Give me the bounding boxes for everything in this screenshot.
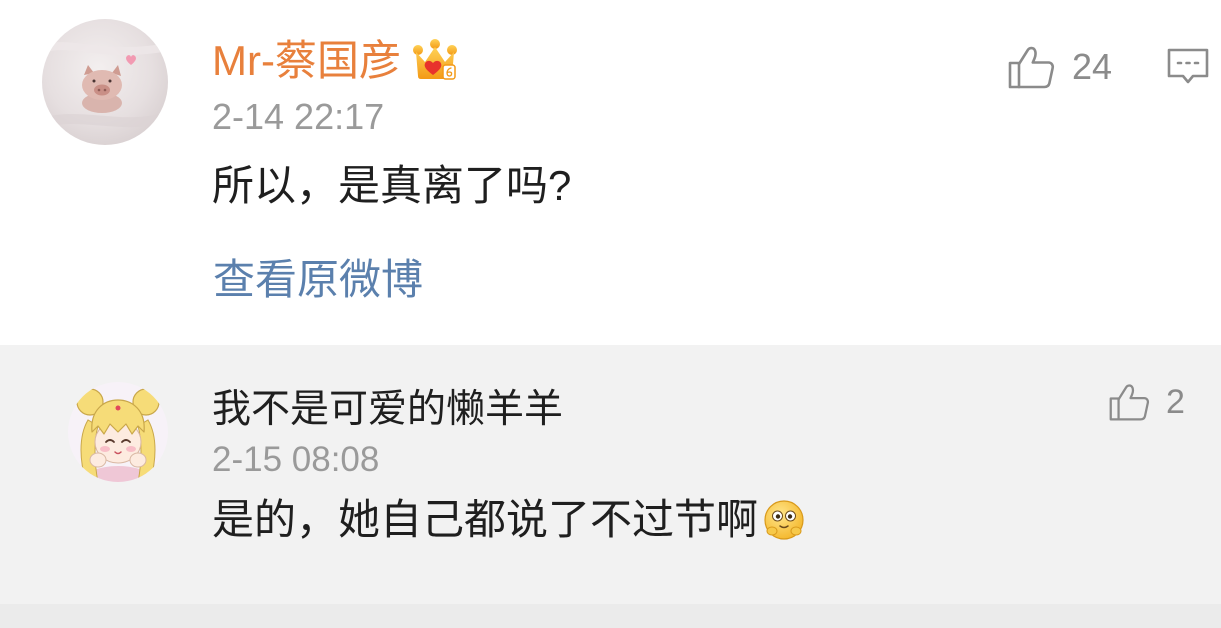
comment-text: 所以，是真离了吗? <box>212 162 572 209</box>
like-count: 2 <box>1166 383 1185 421</box>
replier-username[interactable]: 我不是可爱的懒羊羊 <box>212 387 563 433</box>
reply-timestamp: 2-15 08:08 <box>212 440 380 479</box>
vip-crown-icon <box>412 39 457 80</box>
reply-card: 我不是可爱的懒羊羊 2-15 08:08 是的，她自己都说了不过节啊 2 <box>0 345 1221 604</box>
replier-avatar[interactable] <box>68 382 168 482</box>
reply-button[interactable] <box>1166 46 1210 88</box>
view-original-post-link[interactable]: 查看原微博 <box>213 255 423 305</box>
comment-like-button[interactable]: 24 <box>1006 42 1112 92</box>
commenter-username[interactable]: Mr-蔡国彦 <box>212 36 401 86</box>
reply-text: 是的，她自己都说了不过节啊 <box>212 496 759 543</box>
commenter-avatar[interactable] <box>42 19 168 145</box>
like-count: 24 <box>1072 46 1113 87</box>
thumbs-up-icon[interactable] <box>1006 44 1056 90</box>
comment-card: Mr-蔡国彦 2-14 22:17 所以，是真离了吗? 查看原微博 24 <box>0 0 1221 345</box>
pig-plush-avatar-image <box>42 19 168 145</box>
comment-icon[interactable] <box>1166 46 1210 88</box>
weibo-comment-thread: Mr-蔡国彦 2-14 22:17 所以，是真离了吗? 查看原微博 24 我不是… <box>0 0 1221 628</box>
reply-like-button[interactable]: 2 <box>1108 381 1185 423</box>
commenter-name-row: Mr-蔡国彦 <box>212 36 459 86</box>
cartoon-girl-avatar-image <box>68 382 168 482</box>
reply-content: 是的，她自己都说了不过节啊 <box>212 495 806 545</box>
emoji-icon <box>764 500 804 540</box>
thumbs-up-icon[interactable] <box>1108 382 1150 422</box>
comment-timestamp: 2-14 22:17 <box>212 96 385 137</box>
list-divider <box>0 604 1221 628</box>
